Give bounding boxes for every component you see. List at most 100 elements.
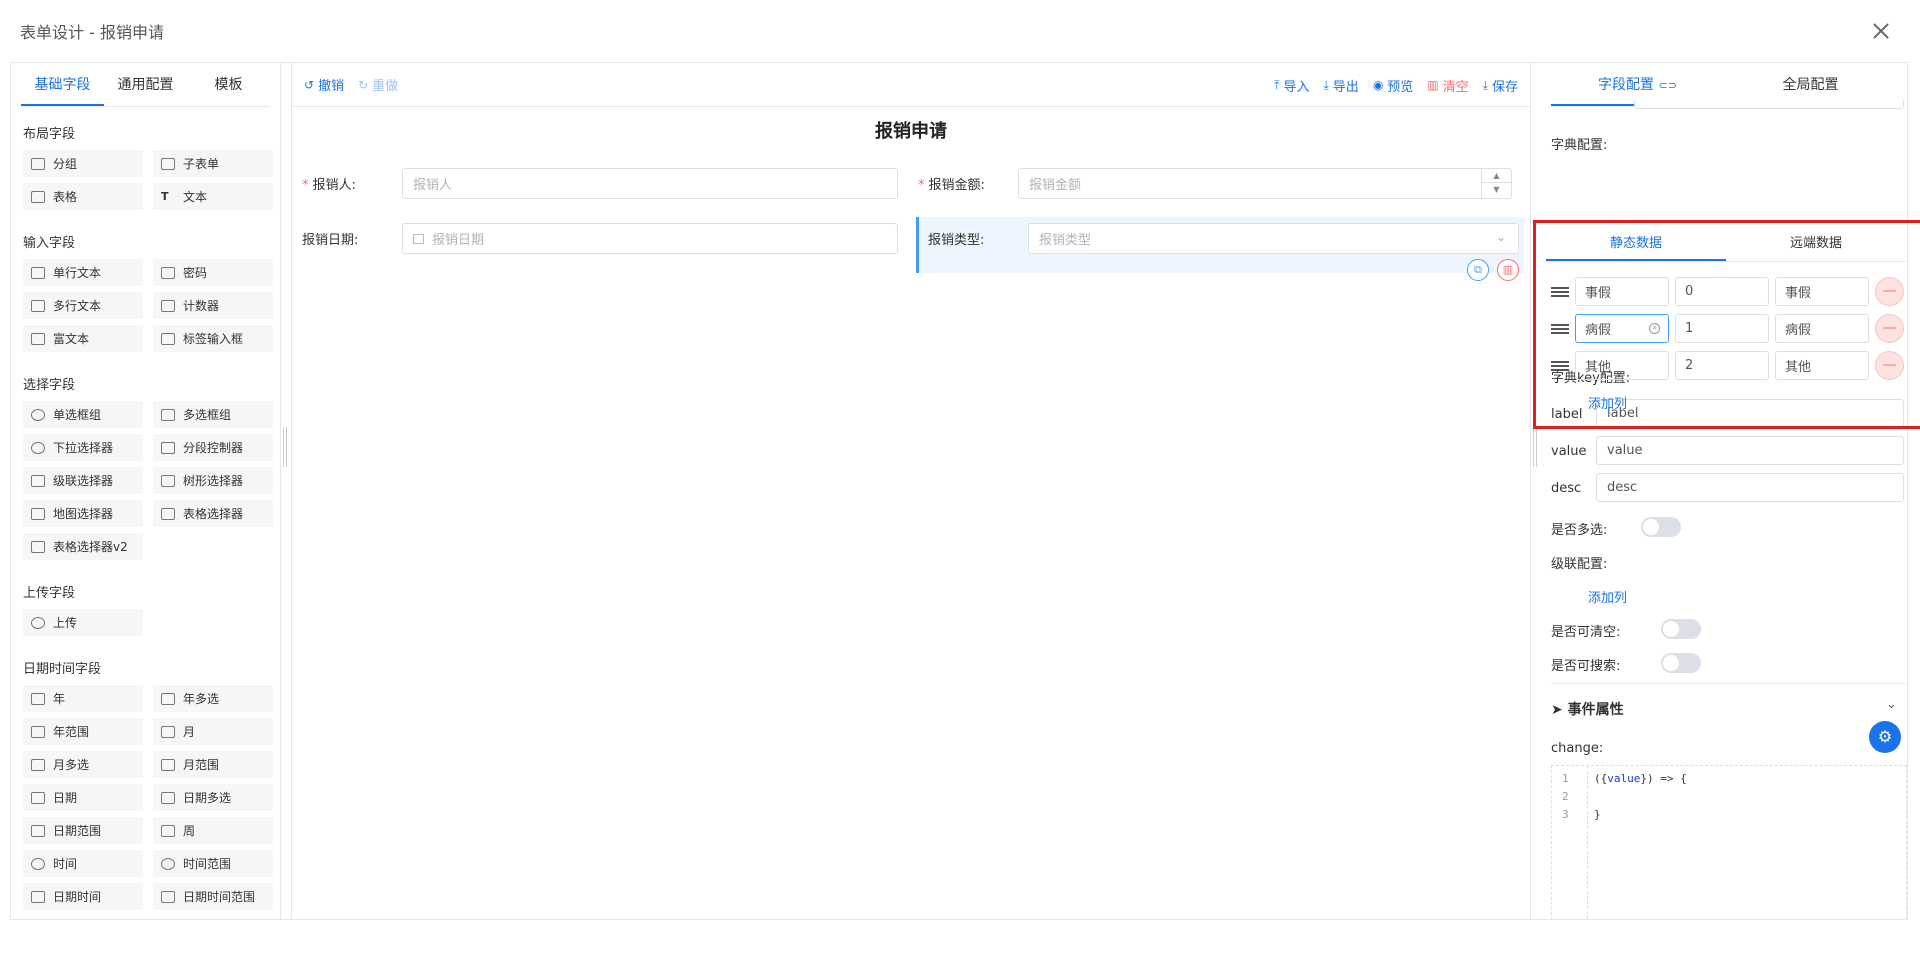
drag-handle-icon[interactable] xyxy=(1551,322,1569,336)
palette-item-table-select-v2[interactable]: 表格选择器v2 xyxy=(23,533,143,560)
add-column-cascade-button[interactable]: 添加列 xyxy=(1588,587,1627,606)
dict-value-input[interactable]: 2 xyxy=(1675,351,1769,380)
palette-item-rich-text[interactable]: 富文本 xyxy=(23,325,143,352)
remove-row-button[interactable]: — xyxy=(1875,277,1904,306)
dict-desc-input[interactable]: 事假 xyxy=(1775,277,1869,306)
save-button[interactable]: ⤓ 保存 xyxy=(1483,76,1518,95)
left-resize-handle[interactable] xyxy=(283,427,287,467)
chevron-up-icon[interactable]: ▲ xyxy=(1482,169,1511,183)
drag-handle-icon[interactable] xyxy=(1551,285,1569,299)
searchable-switch[interactable] xyxy=(1661,653,1701,673)
palette-item-multi-line[interactable]: 多行文本 xyxy=(23,292,143,319)
palette-item-upload[interactable]: 上传 xyxy=(23,609,143,636)
clear-button[interactable]: ▥ 清空 xyxy=(1427,76,1468,95)
palette-item-year-range[interactable]: 年范围 xyxy=(23,718,143,745)
palette-item-tag-input[interactable]: 标签输入框 xyxy=(153,325,273,352)
palette-item-table-select[interactable]: 表格选择器 xyxy=(153,500,273,527)
palette-item-year-multi[interactable]: 年多选 xyxy=(153,685,273,712)
send-icon: ➤ xyxy=(1551,702,1563,718)
field-amount[interactable]: * 报销金额: 报销金额 ▲ ▼ xyxy=(918,168,1512,199)
palette-item-month-range[interactable]: 月范围 xyxy=(153,751,273,778)
palette-item-checkbox[interactable]: 多选框组 xyxy=(153,401,273,428)
dict-row: 其他 2 其他 — xyxy=(1551,351,1904,380)
tab-basic-fields[interactable]: 基础字段 xyxy=(21,63,104,106)
events-section-header[interactable]: ➤ 事件属性 xyxy=(1551,699,1624,719)
dict-desc-input[interactable]: 其他 xyxy=(1775,351,1869,380)
tab-remote-data[interactable]: 远端数据 xyxy=(1726,227,1906,261)
radio-icon xyxy=(31,408,45,421)
palette-item-tree-select[interactable]: 树形选择器 xyxy=(153,467,273,494)
trash-icon[interactable]: ▥ xyxy=(1497,259,1519,281)
palette-item-date-multi[interactable]: 日期多选 xyxy=(153,784,273,811)
export-button[interactable]: ⤓ 导出 xyxy=(1323,76,1358,95)
field-type[interactable]: 报销类型: 报销类型 ⌄ xyxy=(928,223,1519,254)
copy-icon[interactable]: ⧉ xyxy=(1467,259,1489,281)
reporter-input[interactable]: 报销人 xyxy=(402,168,898,199)
type-select[interactable]: 报销类型 ⌄ xyxy=(1028,223,1519,254)
palette-item-cascader[interactable]: 级联选择器 xyxy=(23,467,143,494)
palette-item-counter[interactable]: 计数器 xyxy=(153,292,273,319)
table-icon xyxy=(161,507,175,520)
palette-item-dropdown[interactable]: 下拉选择器 xyxy=(23,434,143,461)
section-title-input: 输入字段 xyxy=(23,236,76,251)
palette-item-date[interactable]: 日期 xyxy=(23,784,143,811)
designer-frame: 基础字段 通用配置 模板 布局字段 分组 子表单 表格 T 文本 输入字段 单行文… xyxy=(10,62,1920,920)
key-value-input[interactable]: value xyxy=(1596,436,1904,465)
dict-value-input[interactable]: 1 xyxy=(1675,314,1769,343)
palette-item-table[interactable]: 表格 xyxy=(23,183,143,210)
preview-button[interactable]: ◉ 预览 xyxy=(1373,76,1414,95)
key-value-name: value xyxy=(1551,444,1587,459)
remove-row-button[interactable]: — xyxy=(1875,351,1904,380)
table-icon xyxy=(31,190,45,203)
remove-row-button[interactable]: — xyxy=(1875,314,1904,343)
drag-handle-icon[interactable] xyxy=(1551,359,1569,373)
right-resize-handle[interactable] xyxy=(1533,427,1537,467)
field-date[interactable]: 报销日期: 报销日期 xyxy=(302,223,898,254)
tab-templates[interactable]: 模板 xyxy=(187,63,270,106)
palette-item-month-multi[interactable]: 月多选 xyxy=(23,751,143,778)
dict-desc-input[interactable]: 病假 xyxy=(1775,314,1869,343)
quantity-stepper[interactable]: ▲ ▼ xyxy=(1481,169,1511,198)
palette-item-date-range[interactable]: 日期范围 xyxy=(23,817,143,844)
palette-item-segmented[interactable]: 分段控制器 xyxy=(153,434,273,461)
palette-item-time[interactable]: 时间 xyxy=(23,850,143,877)
clear-icon[interactable]: × xyxy=(1649,323,1660,334)
palette-item-text[interactable]: T 文本 xyxy=(153,183,273,210)
palette-item-map-select[interactable]: 地图选择器 xyxy=(23,500,143,527)
field-reporter[interactable]: * 报销人: 报销人 xyxy=(302,168,898,199)
tab-common-config[interactable]: 通用配置 xyxy=(104,63,187,106)
palette-item-password[interactable]: 密码 xyxy=(153,259,273,286)
palette-item-subform[interactable]: 子表单 xyxy=(153,150,273,177)
rich-text-icon xyxy=(31,332,45,345)
palette-item-datetime-range[interactable]: 日期时间范围 xyxy=(153,883,273,910)
add-column-button[interactable]: 添加列 xyxy=(1588,393,1627,412)
dict-label-input[interactable]: 病假 × xyxy=(1575,314,1669,343)
calendar-icon xyxy=(31,692,45,705)
amount-input[interactable]: 报销金额 ▲ ▼ xyxy=(1018,168,1512,199)
palette-item-group[interactable]: 分组 xyxy=(23,150,143,177)
palette-item-time-range[interactable]: 时间范围 xyxy=(153,850,273,877)
palette-item-month[interactable]: 月 xyxy=(153,718,273,745)
chevron-down-icon[interactable]: ⌄ xyxy=(1886,697,1897,712)
palette-item-week[interactable]: 周 xyxy=(153,817,273,844)
date-input[interactable]: 报销日期 xyxy=(402,223,898,254)
key-desc-input[interactable]: desc xyxy=(1596,473,1904,502)
dict-label-input[interactable]: 其他 xyxy=(1575,351,1669,380)
palette-item-single-line[interactable]: 单行文本 xyxy=(23,259,143,286)
undo-button[interactable]: ↺ 撤销 xyxy=(304,75,344,95)
dict-value-input[interactable]: 0 xyxy=(1675,277,1769,306)
clearable-switch[interactable] xyxy=(1661,619,1701,639)
tab-static-data[interactable]: 静态数据 xyxy=(1546,227,1726,261)
palette-item-year[interactable]: 年 xyxy=(23,685,143,712)
dict-label-input[interactable]: 事假 xyxy=(1575,277,1669,306)
close-icon[interactable] xyxy=(1870,20,1892,42)
code-editor[interactable]: 1 2 3 ({value}) => { } xyxy=(1551,765,1907,919)
palette-item-datetime[interactable]: 日期时间 xyxy=(23,883,143,910)
chevron-down-icon[interactable]: ▼ xyxy=(1482,183,1511,197)
redo-button[interactable]: ↻ 重做 xyxy=(358,75,398,95)
palette-item-radio[interactable]: 单选框组 xyxy=(23,401,143,428)
download-icon: ⤓ xyxy=(1482,77,1488,92)
import-button[interactable]: ⤒ 导入 xyxy=(1274,76,1309,95)
settings-icon[interactable]: ⚙ xyxy=(1869,721,1901,753)
multi-select-switch[interactable] xyxy=(1641,517,1681,537)
